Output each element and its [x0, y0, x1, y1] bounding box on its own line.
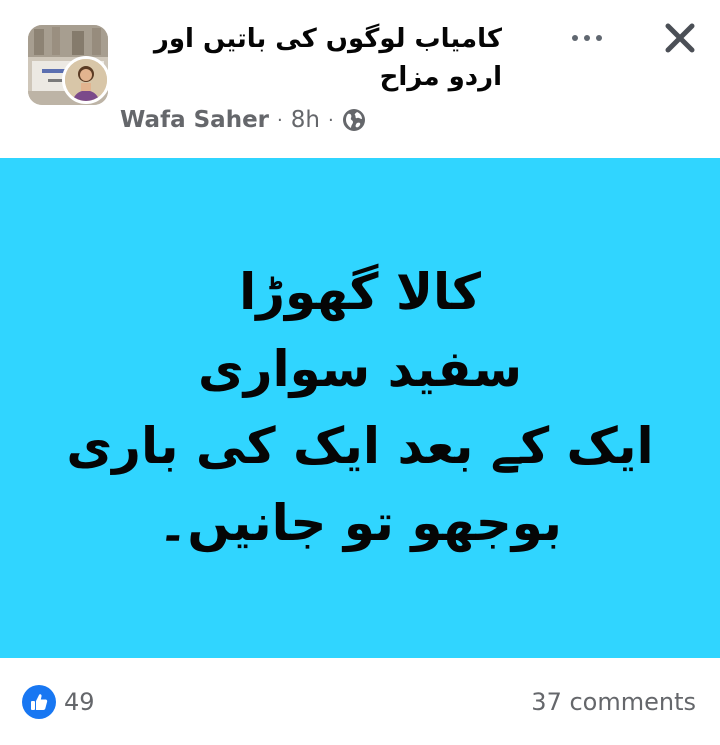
- poster-line: کالا گھوڑا: [239, 263, 481, 321]
- meta-separator: ·: [277, 109, 283, 131]
- poster-line: ایک کے بعد ایک کی باری: [66, 417, 654, 475]
- author-photo: [65, 59, 107, 101]
- poster-line: سفید سواری: [197, 340, 523, 398]
- post-text-poster: کالا گھوڑا سفید سواری ایک کے بعد ایک کی …: [0, 158, 720, 658]
- more-options-icon[interactable]: [563, 20, 611, 56]
- post-footer: 49 37 comments: [0, 658, 720, 745]
- author-name[interactable]: Wafa Saher: [120, 107, 269, 133]
- comments-count[interactable]: 37 comments: [531, 685, 696, 719]
- thumbs-up-icon[interactable]: [22, 685, 56, 719]
- post-header: کامیاب لوگوں کی باتیں اور اردو مزاح Wafa…: [0, 0, 720, 158]
- close-icon[interactable]: [658, 16, 702, 60]
- globe-icon[interactable]: [342, 108, 366, 132]
- meta-separator: ·: [327, 109, 334, 131]
- like-count[interactable]: 49: [64, 685, 95, 719]
- author-avatar[interactable]: [62, 56, 110, 104]
- poster-line: بوجھو تو جانیں۔: [158, 494, 562, 552]
- group-name[interactable]: کامیاب لوگوں کی باتیں اور اردو مزاح: [112, 20, 502, 96]
- post-time[interactable]: 8h: [291, 107, 320, 133]
- post-meta: Wafa Saher · 8h ·: [120, 104, 366, 136]
